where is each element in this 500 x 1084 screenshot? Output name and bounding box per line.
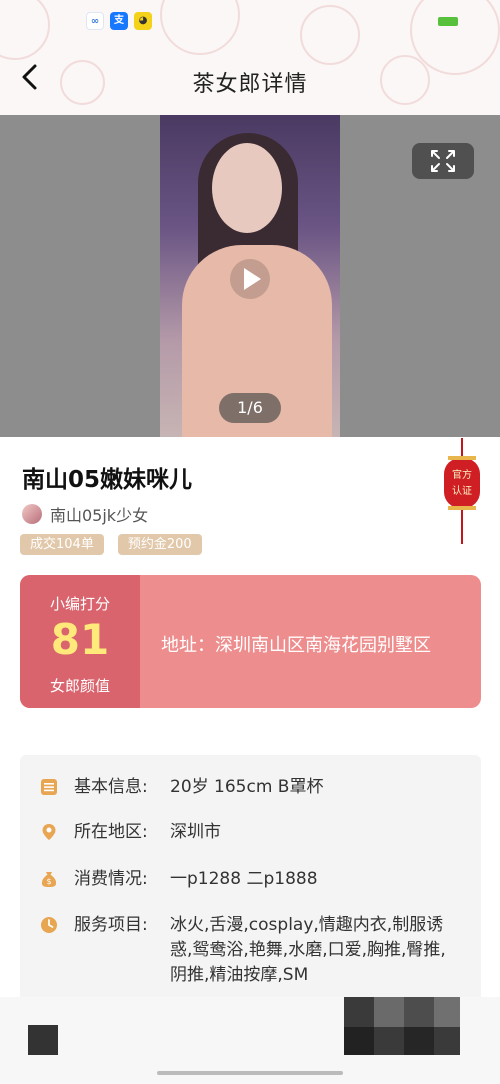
info-list-icon — [41, 779, 57, 795]
play-icon[interactable] — [229, 258, 271, 300]
official-badge-icon: 官方 认证 — [444, 438, 480, 544]
cloud-sync-icon: ∞ — [86, 12, 104, 30]
tag-list: 成交104单 预约金200 — [20, 534, 202, 555]
avatar — [22, 504, 42, 524]
page-title: 茶女郎详情 — [192, 72, 308, 97]
money-bag-icon: $ — [41, 872, 57, 887]
media-page-counter: 1/6 — [219, 393, 281, 423]
info-label: 消费情况: — [74, 869, 148, 889]
info-value: 20岁 165cm B罩杯 — [170, 777, 324, 797]
info-row-services: 服务项目: 冰火,舌漫,cosplay,情趣内衣,制服诱惑,鸳鸯浴,艳舞,水磨,… — [40, 913, 455, 988]
status-bar: ∞ 支 ◕ — [0, 0, 500, 40]
svg-text:认证: 认证 — [452, 484, 472, 497]
clock-icon — [41, 917, 57, 933]
score-card: 小编打分 81 女郎颜值 地址：深圳南山区南海花园别墅区 — [20, 575, 481, 708]
status-icons: ∞ 支 ◕ — [86, 12, 152, 30]
bottom-left-button[interactable] — [28, 1025, 58, 1055]
info-label: 基本信息: — [74, 777, 148, 797]
info-value: 一p1288 二p1888 — [170, 869, 318, 889]
home-indicator — [157, 1071, 343, 1075]
expand-icon — [431, 150, 455, 172]
user-row[interactable]: 南山05jk少女 — [22, 502, 148, 526]
info-value: 冰火,舌漫,cosplay,情趣内衣,制服诱惑,鸳鸯浴,艳舞,水磨,口爱,胸推,… — [170, 915, 446, 985]
profile-name: 南山05嫩妹咪儿 — [22, 467, 193, 493]
location-pin-icon — [42, 824, 56, 840]
score-value: 81 — [50, 615, 110, 664]
deals-tag: 成交104单 — [20, 534, 104, 555]
info-panel: 基本信息: 20岁 165cm B罩杯 所在地区: 深圳市 $ 消费情况: 一p… — [20, 755, 481, 1015]
detail-page: ∞ 支 ◕ 茶女郎详情 1/6 南山05嫩妹咪儿 官方 认证 南山05jk少女 … — [0, 0, 500, 1084]
deposit-tag: 预约金200 — [117, 534, 202, 555]
alipay-icon: 支 — [110, 12, 128, 30]
username: 南山05jk少女 — [50, 506, 149, 525]
info-label: 所在地区: — [74, 822, 148, 842]
score-top-label: 小编打分 — [49, 595, 110, 613]
fullscreen-button[interactable] — [412, 143, 474, 179]
header: 茶女郎详情 — [0, 40, 500, 115]
svg-text:官方: 官方 — [452, 468, 472, 481]
info-row-region: 所在地区: 深圳市 — [40, 820, 450, 845]
battery-icon — [438, 17, 458, 26]
info-label: 服务项目: — [74, 915, 148, 935]
app-icon: ◕ — [134, 12, 152, 30]
svg-text:$: $ — [46, 877, 51, 886]
address-text: 地址：深圳南山区南海花园别墅区 — [161, 635, 431, 656]
info-row-price: $ 消费情况: 一p1288 二p1888 — [40, 867, 450, 892]
info-row-basic: 基本信息: 20岁 165cm B罩杯 — [40, 775, 450, 800]
score-bottom-label: 女郎颜值 — [49, 677, 110, 695]
info-value: 深圳市 — [170, 822, 221, 842]
score-panel: 小编打分 81 女郎颜值 — [20, 575, 140, 708]
